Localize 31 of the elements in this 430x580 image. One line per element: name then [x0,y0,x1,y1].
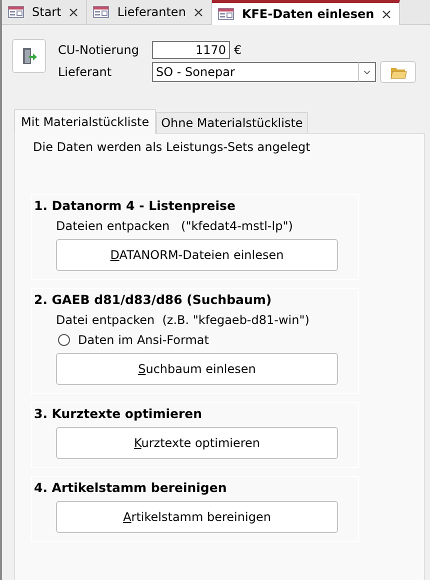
form-icon [8,6,24,18]
hint-text: Datei entpacken (z.B. "kfegaeb-d81-win") [56,313,310,327]
action-button[interactable]: Kurztexte optimieren [56,427,338,459]
chevron-down-icon[interactable] [358,62,376,82]
document-tab[interactable]: KFE-Daten einlesen [212,0,400,25]
radio-label: Daten im Ansi-Format [78,333,209,347]
exit-button[interactable] [12,39,46,73]
section-heading: 2. GAEB d81/d83/d86 (Suchbaum) [34,292,273,307]
section-heading: 1. Datanorm 4 - Listenpreise [34,198,236,213]
cu-input-field[interactable]: 1170 [152,41,230,59]
field-label: CU-Notierung [58,43,140,57]
close-icon[interactable] [194,8,203,16]
close-icon[interactable] [69,8,78,16]
tab[interactable]: Ohne Materialstückliste [156,112,308,133]
form-icon [93,6,110,18]
currency-label: € [234,43,242,57]
section-heading: 3. Kurztexte optimieren [34,406,204,421]
folder-icon [390,66,406,78]
close-icon[interactable] [382,10,392,18]
field-label: Lieferant [58,65,113,79]
section-heading: 4. Artikelstamm bereinigen [34,480,228,495]
info-text: Die Daten werden als Leistungs-Sets angelegt [33,140,312,154]
hint-text: Dateien entpacken ("kfedat4-mstl-lp") [56,219,294,233]
tab[interactable]: Mit Materialstückliste [14,109,156,134]
action-button[interactable]: DATANORM-Dateien einlesen [56,239,338,271]
action-button[interactable]: Artikelstamm bereinigen [56,501,338,533]
radio-button[interactable] [58,334,70,346]
form-icon [218,8,234,20]
supplier-dropdown[interactable]: SO - Sonepar [152,62,358,82]
door-icon [21,47,37,65]
action-button[interactable]: Suchbaum einlesen [56,353,338,385]
